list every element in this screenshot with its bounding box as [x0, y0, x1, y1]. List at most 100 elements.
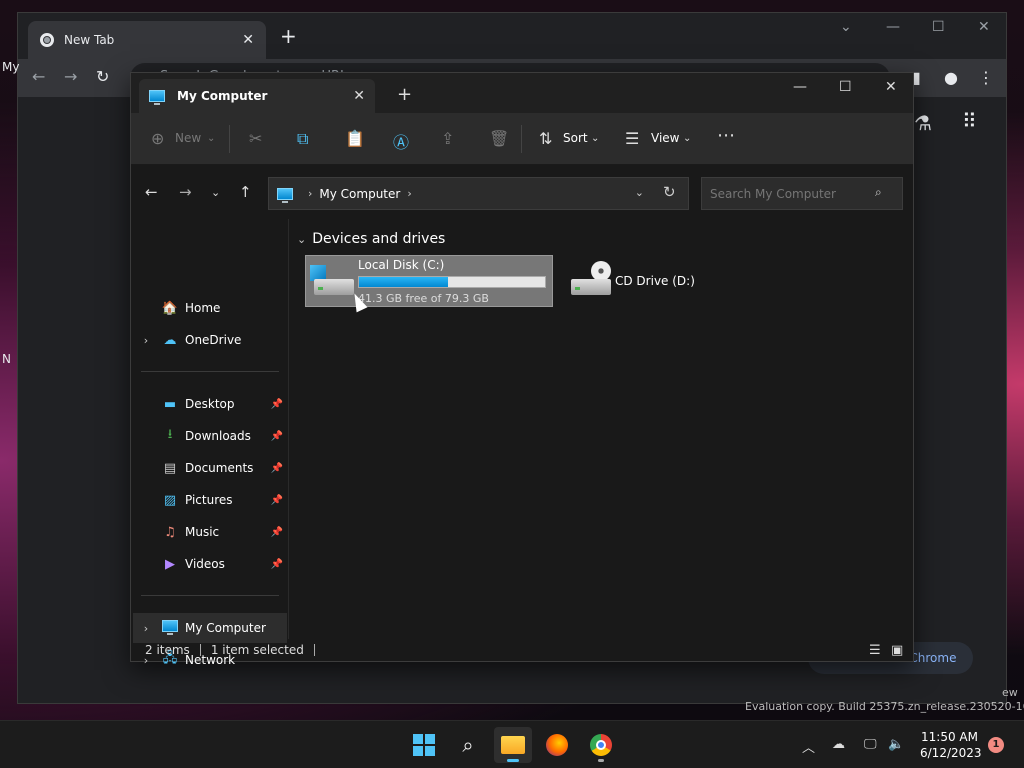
chevron-down-icon[interactable]: ⌄ — [635, 186, 644, 199]
sidebar-item-home[interactable]: 🏠 Home — [133, 293, 287, 323]
back-icon[interactable]: ← — [32, 67, 45, 86]
minimize-button[interactable]: — — [793, 79, 807, 95]
close-window-button[interactable]: ✕ — [885, 79, 897, 95]
drive-tile-local-disk[interactable]: Local Disk (C:) 41.3 GB free of 79.3 GB — [305, 255, 553, 307]
computer-icon — [277, 187, 293, 203]
taskbar-chrome[interactable] — [582, 727, 620, 763]
apps-grid-icon[interactable]: ⠿ — [962, 109, 977, 133]
close-window-button[interactable]: ✕ — [978, 19, 990, 35]
new-tab-button[interactable]: + — [397, 84, 412, 105]
clock[interactable]: 11:50 AM 6/12/2023 — [920, 729, 982, 761]
group-header-devices[interactable]: ⌄ Devices and drives — [297, 231, 445, 247]
show-hidden-icons-chevron-icon[interactable]: ︿ — [802, 737, 815, 756]
close-icon[interactable]: ✕ — [353, 88, 365, 104]
taskbar-file-explorer[interactable] — [494, 727, 532, 763]
sidebar-item-label: Videos — [185, 557, 225, 571]
sort-button-label[interactable]: Sort — [563, 131, 588, 145]
new-button-label[interactable]: New — [175, 131, 201, 145]
taskbar-firefox[interactable] — [538, 727, 576, 763]
labs-flask-icon[interactable]: ⚗ — [914, 111, 932, 135]
breadcrumb-chevron-icon[interactable]: › — [407, 187, 411, 200]
details-view-icon[interactable]: ☰ — [869, 643, 881, 658]
explorer-tab-my-computer[interactable]: My Computer ✕ — [139, 79, 375, 113]
forward-icon[interactable]: → — [179, 183, 192, 201]
forward-icon[interactable]: → — [64, 67, 77, 86]
maximize-button[interactable]: ☐ — [839, 79, 852, 95]
drive-name: Local Disk (C:) — [358, 257, 445, 272]
chevron-right-icon[interactable]: › — [133, 334, 159, 347]
notification-badge[interactable]: 1 — [988, 737, 1004, 753]
sidebar-item-label: Pictures — [185, 493, 233, 507]
pin-icon[interactable]: 📌 — [271, 431, 283, 442]
address-bar[interactable]: › My Computer › ⌄ — [268, 177, 689, 210]
drive-tile-cd-drive[interactable]: CD Drive (D:) — [563, 255, 703, 307]
copy-icon[interactable]: ⧉ — [297, 129, 308, 149]
view-icon[interactable]: ☰ — [625, 129, 639, 148]
sidebar-item-pictures[interactable]: ▨ Pictures 📌 — [133, 485, 287, 515]
status-separator — [313, 644, 315, 656]
sidebar-item-documents[interactable]: ▤ Documents 📌 — [133, 453, 287, 483]
sidebar-item-label: Desktop — [185, 397, 235, 411]
breadcrumb-my-computer[interactable]: My Computer — [319, 187, 400, 201]
share-icon[interactable]: ⇪ — [441, 129, 454, 148]
group-title: Devices and drives — [312, 231, 446, 247]
sidebar-item-downloads[interactable]: ⭳ Downloads 📌 — [133, 421, 287, 451]
pin-icon[interactable]: 📌 — [271, 463, 283, 474]
onedrive-offline-icon[interactable]: ☁ — [832, 737, 845, 752]
command-bar: ⊕ New ⌄ ✂ ⧉ 📋 Ⓐ ⇪ 🗑 ⇅ Sort ⌄ ☰ View ⌄ ⋯ — [131, 113, 913, 165]
new-icon[interactable]: ⊕ — [151, 129, 164, 148]
document-icon: ▤ — [163, 460, 177, 476]
status-selection: 1 item selected — [210, 643, 304, 657]
sidebar-item-desktop[interactable]: ▬ Desktop 📌 — [133, 389, 287, 419]
back-icon[interactable]: ← — [145, 183, 158, 201]
search-button[interactable]: ⌕ — [449, 727, 487, 763]
recent-locations-icon[interactable]: ⌄ — [211, 186, 220, 199]
chrome-logo-icon — [40, 33, 54, 47]
new-tab-button[interactable]: + — [280, 25, 297, 47]
chevron-down-icon[interactable]: ⌄ — [840, 19, 852, 35]
chevron-down-icon: ⌄ — [683, 133, 692, 144]
minimize-button[interactable]: — — [886, 19, 900, 35]
separator — [521, 125, 522, 153]
maximize-button[interactable]: ☐ — [932, 19, 945, 35]
clock-time: 11:50 AM — [921, 730, 978, 744]
chevron-right-icon[interactable]: › — [133, 622, 159, 635]
chevron-down-icon: ⌄ — [297, 232, 307, 246]
more-options-icon[interactable]: ⋯ — [717, 125, 735, 146]
profile-icon[interactable]: ● — [944, 68, 958, 87]
sidebar-item-music[interactable]: ♫ Music 📌 — [133, 517, 287, 547]
start-button[interactable] — [405, 727, 443, 763]
paste-icon[interactable]: 📋 — [345, 129, 365, 148]
pin-icon[interactable]: 📌 — [271, 495, 283, 506]
rename-icon[interactable]: Ⓐ — [393, 129, 409, 153]
reload-icon[interactable]: ↻ — [96, 67, 109, 86]
breadcrumb-chevron-icon[interactable]: › — [308, 187, 312, 200]
sidebar-divider — [141, 371, 279, 372]
close-icon[interactable]: ✕ — [242, 32, 254, 48]
chrome-tab-strip: New Tab ✕ + ⌄ — ☐ ✕ — [18, 13, 1006, 59]
pin-icon[interactable]: 📌 — [271, 559, 283, 570]
view-button-label[interactable]: View — [651, 131, 679, 145]
sidebar-item-videos[interactable]: ▶ Videos 📌 — [133, 549, 287, 579]
capacity-bar — [358, 275, 546, 288]
video-icon: ▶ — [165, 556, 175, 572]
sort-icon[interactable]: ⇅ — [539, 129, 552, 148]
chrome-tab-new-tab[interactable]: New Tab ✕ — [28, 21, 266, 59]
separator — [229, 125, 230, 153]
pin-icon[interactable]: 📌 — [271, 399, 283, 410]
download-icon: ⭳ — [167, 427, 173, 442]
cut-icon[interactable]: ✂ — [249, 129, 262, 148]
computer-icon — [159, 620, 181, 636]
pin-icon[interactable]: 📌 — [271, 527, 283, 538]
menu-icon[interactable]: ⋮ — [978, 68, 994, 87]
sidebar-item-onedrive[interactable]: › ☁ OneDrive — [133, 325, 287, 355]
search-icon: ⌕ — [462, 733, 474, 757]
network-status-icon[interactable]: 🖵 — [864, 737, 877, 752]
tiles-view-icon[interactable]: ▣ — [891, 643, 903, 658]
search-input[interactable] — [701, 177, 903, 210]
delete-icon[interactable]: 🗑 — [489, 129, 509, 148]
drive-name: CD Drive (D:) — [615, 274, 695, 288]
volume-icon[interactable]: 🔈 — [888, 737, 904, 752]
up-icon[interactable]: ↑ — [239, 183, 252, 201]
file-explorer-window: My Computer ✕ + — ☐ ✕ ⊕ New ⌄ ✂ ⧉ 📋 Ⓐ ⇪ … — [130, 72, 914, 667]
